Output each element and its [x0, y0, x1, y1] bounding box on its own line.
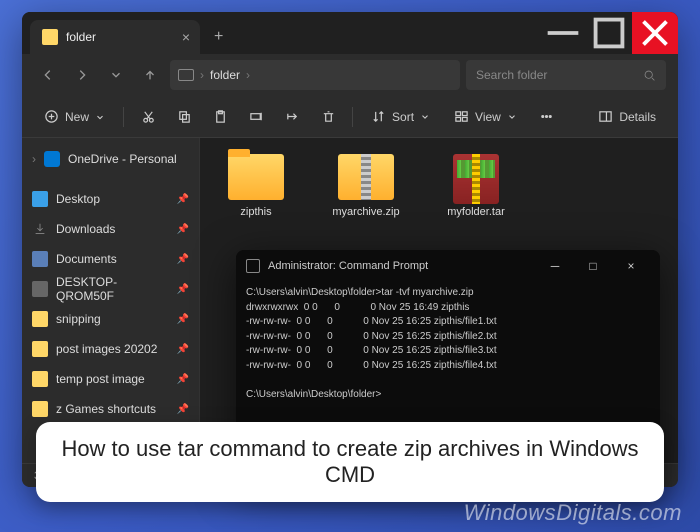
file-item-myfolder-tar[interactable]: myfolder.tar [436, 154, 516, 218]
folder-icon [32, 401, 48, 417]
rename-button[interactable] [240, 102, 272, 132]
sidebar-item-post-images[interactable]: post images 20202📌 [26, 334, 195, 364]
file-item-zipthis[interactable]: zipthis [216, 154, 296, 218]
pin-icon: 📌 [177, 344, 189, 355]
sidebar-item-network[interactable]: DESKTOP-QROM50F📌 [26, 274, 195, 304]
folder-icon [32, 341, 48, 357]
sort-icon [371, 109, 386, 124]
toolbar: New Sort View Details [22, 96, 678, 138]
plus-circle-icon [44, 109, 59, 124]
cmd-output[interactable]: C:\Users\alvin\Desktop\folder>tar -tvf m… [236, 282, 660, 406]
paste-button[interactable] [204, 102, 236, 132]
pin-icon: 📌 [177, 404, 189, 415]
cmd-maximize-button[interactable]: □ [574, 250, 612, 282]
details-button[interactable]: Details [588, 102, 666, 132]
chevron-right-icon: › [246, 68, 250, 82]
sidebar-item-downloads[interactable]: Downloads📌 [26, 214, 195, 244]
downloads-icon [32, 221, 48, 237]
rename-icon [249, 109, 264, 124]
close-tab-icon[interactable]: × [182, 29, 190, 45]
desktop-icon [32, 191, 48, 207]
cmd-close-button[interactable]: × [612, 250, 650, 282]
window-controls [540, 12, 678, 54]
pin-icon: 📌 [177, 284, 189, 295]
search-placeholder: Search folder [476, 68, 547, 82]
details-icon [598, 109, 613, 124]
breadcrumb[interactable]: › folder › [170, 60, 460, 90]
more-icon [539, 109, 554, 124]
search-input[interactable]: Search folder [466, 60, 666, 90]
cmd-icon [246, 259, 260, 273]
forward-button[interactable] [68, 61, 96, 89]
sidebar-item-desktop[interactable]: Desktop📌 [26, 184, 195, 214]
folder-icon [228, 154, 284, 200]
sidebar-item-documents[interactable]: Documents📌 [26, 244, 195, 274]
tab-bar: folder × + [22, 12, 678, 54]
back-button[interactable] [34, 61, 62, 89]
share-icon [285, 109, 300, 124]
cut-icon [141, 109, 156, 124]
share-button[interactable] [276, 102, 308, 132]
delete-button[interactable] [312, 102, 344, 132]
pin-icon: 📌 [177, 194, 189, 205]
breadcrumb-segment[interactable]: folder [210, 68, 240, 82]
chevron-down-icon [95, 112, 105, 122]
documents-icon [32, 251, 48, 267]
pin-icon: 📌 [177, 254, 189, 265]
watermark: WindowsDigitals.com [464, 500, 682, 526]
chevron-right-icon: › [32, 152, 36, 166]
zip-icon [338, 154, 394, 200]
close-window-button[interactable] [632, 12, 678, 54]
minimize-button[interactable] [540, 12, 586, 54]
new-button[interactable]: New [34, 102, 115, 132]
recent-button[interactable] [102, 61, 130, 89]
cmd-titlebar[interactable]: Administrator: Command Prompt ─ □ × [236, 250, 660, 282]
up-button[interactable] [136, 61, 164, 89]
cmd-title: Administrator: Command Prompt [268, 260, 536, 272]
chevron-down-icon [507, 109, 517, 124]
maximize-button[interactable] [586, 12, 632, 54]
sort-button[interactable]: Sort [361, 102, 440, 132]
search-icon [643, 69, 656, 82]
view-button[interactable]: View [444, 102, 527, 132]
archive-icon [453, 154, 499, 204]
pin-icon: 📌 [177, 374, 189, 385]
pin-icon: 📌 [177, 224, 189, 235]
pc-icon [178, 69, 194, 81]
pc-icon [32, 281, 48, 297]
more-button[interactable] [531, 102, 563, 132]
view-icon [454, 109, 469, 124]
sidebar-item-snipping[interactable]: snipping📌 [26, 304, 195, 334]
chevron-right-icon: › [200, 68, 204, 82]
cut-button[interactable] [132, 102, 164, 132]
trash-icon [321, 109, 336, 124]
tab-title: folder [66, 30, 96, 44]
cloud-icon [44, 151, 60, 167]
copy-button[interactable] [168, 102, 200, 132]
cmd-minimize-button[interactable]: ─ [536, 250, 574, 282]
sidebar: › OneDrive - Personal Desktop📌 Downloads… [22, 138, 200, 463]
article-caption: How to use tar command to create zip arc… [36, 422, 664, 502]
sidebar-item-temp[interactable]: temp post image📌 [26, 364, 195, 394]
chevron-down-icon [420, 109, 430, 124]
pin-icon: 📌 [177, 314, 189, 325]
address-bar: › folder › Search folder [22, 54, 678, 96]
copy-icon [177, 109, 192, 124]
file-item-myarchive[interactable]: myarchive.zip [326, 154, 406, 218]
new-tab-button[interactable]: + [214, 28, 223, 46]
tab-folder[interactable]: folder × [30, 20, 200, 54]
folder-icon [32, 371, 48, 387]
sidebar-item-games[interactable]: z Games shortcuts📌 [26, 394, 195, 424]
folder-icon [32, 311, 48, 327]
paste-icon [213, 109, 228, 124]
folder-icon [42, 29, 58, 45]
sidebar-item-onedrive[interactable]: › OneDrive - Personal [26, 144, 195, 174]
